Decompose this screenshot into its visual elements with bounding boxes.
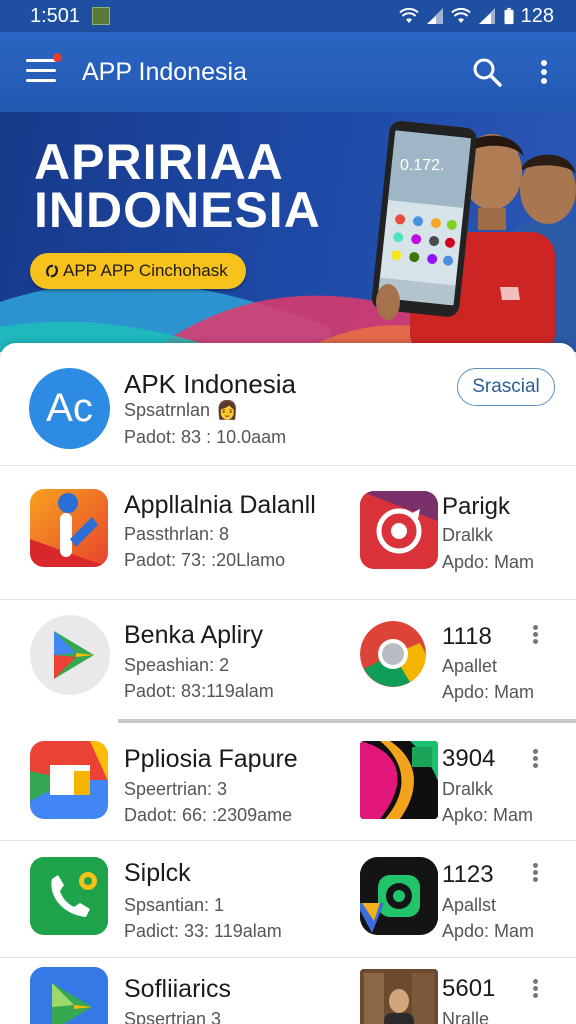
menu-icon (26, 59, 56, 62)
featured-app-meta: Padot: 83 : 10.0aam (124, 427, 287, 447)
app-meta: Apdo: Mam (442, 921, 535, 941)
chrome-icon (360, 621, 426, 687)
app-subtitle: Dralkk (442, 779, 494, 799)
video-recorder-icon (360, 491, 438, 569)
app-icon-siplck[interactable] (30, 857, 108, 935)
app-subtitle: Spsertrian 3 (124, 1009, 222, 1024)
more-options-icon[interactable] (530, 747, 540, 771)
slides-app-icon (30, 741, 108, 819)
app-subtitle: Apallet (442, 656, 498, 676)
avatar-emoji-icon: 👩 (216, 400, 239, 420)
banner-title-line2: INDONESIA (34, 182, 321, 238)
app-meta: Apko: Mam (442, 805, 534, 825)
camera-lens-icon (356, 857, 438, 935)
battery-icon (504, 7, 514, 25)
app-icon-parigk[interactable] (360, 491, 438, 569)
status-icons: 128 (398, 4, 554, 28)
app-name[interactable]: Appllalnia Dalanll (124, 491, 316, 520)
app-bar: APP Indonesia (0, 32, 576, 112)
featured-app-icon: Ac (29, 368, 110, 449)
people-illustration: 0.172. (371, 121, 576, 352)
app-meta: Apdo: Mam (442, 682, 535, 702)
featured-app[interactable]: Ac APK Indonesia Spsatrnlan 👩 Padot: 83 :… (0, 343, 576, 465)
banner-title-line1: APRIRIAA (34, 134, 284, 190)
app-subtitle: Speertrian: 3 (124, 779, 228, 799)
app-meta: Dadot: 66: :2309ame (124, 805, 293, 825)
app-row: Sofliiarics Spsertrian 3 5601 Nralle (0, 957, 576, 1024)
app-meta: Padict: 33: 119alam (124, 921, 282, 941)
app-row: Appllalnia Dalanll Passthrlan: 8 Padot: … (0, 465, 576, 583)
featured-app-subtitle: Spsatrnlan 👩 (124, 400, 238, 421)
app-name[interactable]: 5601 (442, 975, 495, 1003)
app-name[interactable]: 1123 (442, 861, 494, 889)
app-row: Siplck Spsantian: 1 Padict: 33: 119alam … (0, 841, 576, 959)
play-icon (30, 967, 108, 1024)
app-meta: Apdo: Mam (442, 552, 535, 572)
link-icon (46, 264, 58, 278)
app-name[interactable]: Parigk (442, 493, 510, 521)
app-icon-sofliiarics[interactable] (30, 967, 108, 1024)
app-icon-1118[interactable] (360, 621, 426, 687)
app-name[interactable]: Benka Apliry (124, 621, 263, 650)
banner-chip-button[interactable]: APP APP Cinchohask (30, 253, 246, 289)
app-icon-5601[interactable] (360, 969, 438, 1024)
wifi-icon-2 (450, 7, 471, 23)
search-icon[interactable] (472, 57, 502, 87)
notification-dot (53, 53, 62, 62)
app-meta: Padot: 83:119alam (124, 681, 274, 701)
banner-title: APRIRIAA INDONESIA (34, 134, 321, 238)
more-options-icon[interactable] (530, 623, 540, 647)
app-row: Ppliosia Fapure Speertrian: 3 Dadot: 66:… (0, 725, 576, 843)
app-meta: Padot: 73: :20Llamo (124, 550, 286, 570)
featured-subtitle-text: Spsatrnlan (124, 400, 211, 420)
app-subtitle: Dralkk (442, 525, 494, 545)
app-subtitle: Speashian: 2 (124, 655, 230, 675)
app-icon-benka[interactable] (30, 615, 110, 695)
notification-icon (92, 7, 111, 25)
play-store-icon (54, 631, 94, 679)
app-subtitle: Nralle (442, 1009, 490, 1024)
banner-chip-label: APP APP Cinchohask (63, 261, 228, 280)
section-divider (118, 719, 576, 723)
featured-app-name: APK Indonesia (124, 369, 297, 399)
more-options-icon[interactable] (530, 861, 540, 885)
battery-level: 128 (520, 4, 554, 27)
more-options-icon[interactable] (540, 59, 548, 85)
app-name[interactable]: 1118 (442, 623, 492, 651)
app-icon-ppliosia[interactable] (30, 741, 108, 819)
app-name[interactable]: 3904 (442, 745, 495, 773)
app-name[interactable]: Ppliosia Fapure (124, 745, 298, 774)
app-title: APP Indonesia (82, 57, 247, 86)
special-button[interactable]: Srascial (457, 368, 555, 406)
app-bar-actions (472, 57, 548, 87)
divider (0, 599, 576, 600)
app-list-card: Ac APK Indonesia Spsatrnlan 👩 Padot: 83 :… (0, 343, 576, 1024)
status-time: 1:501 (30, 4, 81, 27)
app-row: Benka Apliry Speashian: 2 Padot: 83:119a… (0, 601, 576, 719)
app-subtitle: Apallst (442, 895, 497, 915)
app-logo-icon (30, 493, 108, 567)
cell-signal-icon-2 (478, 8, 495, 24)
status-bar: 1:501 128 (0, 0, 576, 32)
app-icon-3904[interactable] (360, 741, 438, 819)
app-icon-1123[interactable] (356, 857, 438, 935)
promo-banner[interactable]: APRIRIAA INDONESIA APP APP Cinchohask 0.… (0, 112, 576, 352)
photo-thumbnail-icon (360, 969, 438, 1024)
cell-signal-icon (426, 8, 443, 24)
colorful-wallpaper-icon (360, 741, 438, 819)
app-subtitle: Spsantian: 1 (124, 895, 225, 915)
menu-button[interactable] (26, 53, 62, 85)
featured-icon-text: Ac (46, 386, 93, 430)
phone-call-icon (30, 857, 108, 935)
app-name[interactable]: Sofliiarics (124, 975, 231, 1004)
app-subtitle: Passthrlan: 8 (124, 524, 230, 544)
wifi-icon (398, 7, 419, 23)
menu-icon-bar-2 (26, 79, 56, 82)
phone-time-text: 0.172. (400, 157, 444, 174)
app-icon-appllalnia[interactable] (30, 489, 108, 567)
app-name[interactable]: Siplck (124, 859, 191, 888)
more-options-icon[interactable] (530, 977, 540, 1001)
menu-icon-bar (26, 69, 56, 72)
